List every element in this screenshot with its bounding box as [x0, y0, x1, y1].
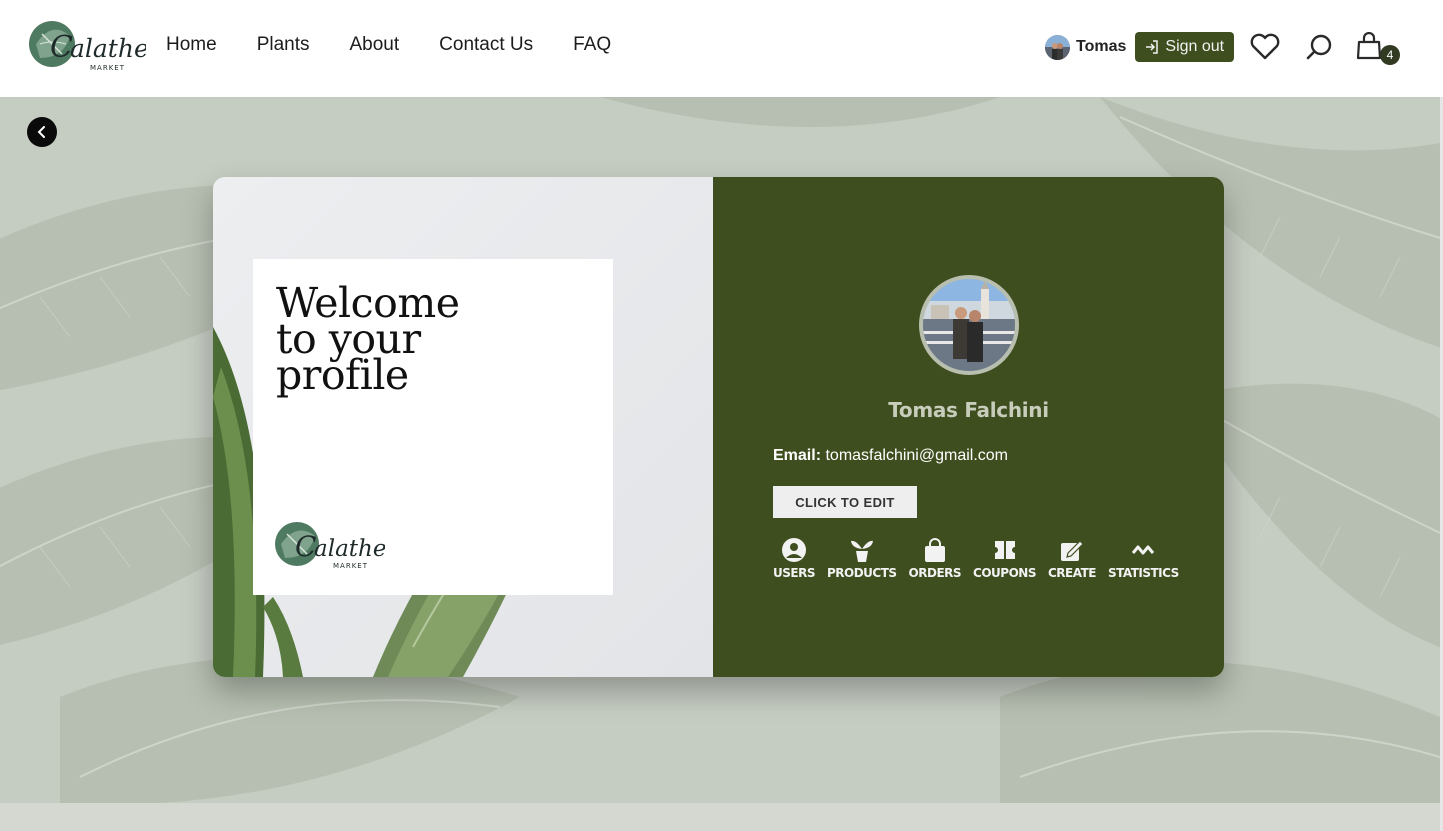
- page-bottom-strip: [0, 803, 1440, 831]
- nav-contact-us[interactable]: Contact Us: [439, 34, 533, 56]
- search-icon[interactable]: [1306, 33, 1334, 61]
- admin-coupons-label: COUPONS: [973, 566, 1036, 580]
- calathea-logo[interactable]: C alathea MARKET: [28, 14, 146, 74]
- chevron-left-icon: [37, 126, 45, 138]
- admin-statistics-button[interactable]: STATISTICS: [1108, 538, 1179, 580]
- edit-profile-button[interactable]: CLICK TO EDIT: [773, 486, 917, 518]
- avatar[interactable]: [1045, 34, 1070, 60]
- admin-create-button[interactable]: CREATE: [1048, 538, 1096, 580]
- sign-out-button[interactable]: Sign out: [1135, 32, 1235, 62]
- welcome-heading: Welcome to your profile: [276, 283, 460, 399]
- shopping-bag-icon[interactable]: [1356, 32, 1382, 60]
- svg-text:alathea: alathea: [314, 536, 385, 562]
- welcome-panel: Welcome to your profile C alathea MARKET: [213, 177, 713, 677]
- admin-coupons-button[interactable]: COUPONS: [973, 538, 1036, 580]
- nav-about[interactable]: About: [350, 34, 400, 56]
- profile-full-name: Tomas Falchini: [888, 398, 1049, 422]
- user-menu: Tomas Sign out: [1045, 32, 1235, 62]
- admin-products-button[interactable]: PRODUCTS: [827, 538, 897, 580]
- svg-text:MARKET: MARKET: [90, 64, 125, 72]
- activity-icon: [1132, 545, 1155, 555]
- user-name[interactable]: Tomas: [1076, 38, 1126, 56]
- nav-plants[interactable]: Plants: [257, 34, 310, 56]
- admin-products-label: PRODUCTS: [826, 566, 897, 580]
- profile-photo[interactable]: [919, 275, 1019, 375]
- shopping-bag-icon: [924, 538, 945, 562]
- admin-orders-button[interactable]: ORDERS: [908, 538, 962, 580]
- calathea-logo-small: C alathea MARKET: [275, 522, 385, 570]
- main-nav: Home Plants About Contact Us FAQ: [166, 34, 651, 56]
- profile-card: Welcome to your profile C alathea MARKET: [213, 177, 1224, 677]
- svg-text:alathea: alathea: [70, 34, 146, 63]
- admin-toolbar: USERS PRODUCTS ORDERS COUPONS CREATE STA…: [773, 538, 1191, 580]
- back-button[interactable]: [27, 117, 57, 147]
- admin-statistics-label: STATISTICS: [1107, 566, 1179, 580]
- nav-home[interactable]: Home: [166, 34, 217, 56]
- welcome-box: Welcome to your profile C alathea MARKET: [253, 259, 613, 595]
- email-value: tomasfalchini@gmail.com: [825, 447, 1008, 464]
- sign-in-arrow-icon: [1146, 40, 1159, 54]
- admin-create-label: CREATE: [1047, 566, 1096, 580]
- welcome-line-3: profile: [276, 351, 409, 399]
- top-navbar: C alathea MARKET Home Plants About Conta…: [0, 0, 1443, 97]
- user-circle-icon: [781, 538, 806, 562]
- admin-users-label: USERS: [773, 566, 815, 580]
- email-row: Email: tomasfalchini@gmail.com: [773, 447, 1008, 465]
- admin-orders-label: ORDERS: [908, 566, 962, 580]
- heart-icon[interactable]: [1250, 33, 1280, 60]
- svg-text:MARKET: MARKET: [333, 562, 368, 570]
- profile-info-panel: Tomas Falchini Email: tomasfalchini@gmai…: [713, 177, 1224, 677]
- plant-icon: [850, 540, 873, 562]
- email-label: Email:: [773, 447, 822, 464]
- ticket-icon: [994, 541, 1015, 559]
- sign-out-label: Sign out: [1165, 38, 1225, 55]
- edit-icon: [1060, 540, 1084, 561]
- admin-users-button[interactable]: USERS: [773, 538, 815, 580]
- cart-count-badge: 4: [1380, 45, 1400, 65]
- nav-faq[interactable]: FAQ: [573, 34, 611, 56]
